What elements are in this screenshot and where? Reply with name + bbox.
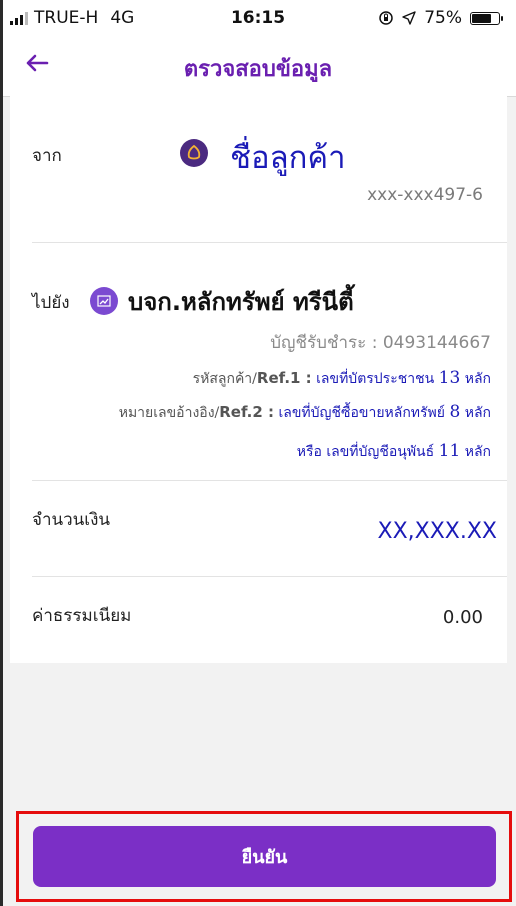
ref2-alt-note: หรือ เลขที่บัญชีอนุพันธ์ 11 หลัก <box>297 441 491 463</box>
payee-account: บัญชีรับชำระ : 0493144667 <box>270 333 491 353</box>
divider <box>32 480 507 481</box>
amount-value: XX,XXX.XX <box>377 519 498 544</box>
amount-label: จำนวนเงิน <box>32 510 111 530</box>
location-arrow-icon <box>402 11 416 25</box>
navigation-bar: ตรวจสอบข้อมูล <box>0 34 516 97</box>
ref1-suffix: หลัก <box>460 371 491 387</box>
page-title: ตรวจสอบข้อมูล <box>183 57 333 82</box>
from-label: จาก <box>32 146 62 166</box>
from-account-name: ชื่อลูกค้า <box>230 140 346 176</box>
ref2-text: เลขที่บัญชีซื้อขายหลักทรัพย์ <box>274 405 450 421</box>
ref2-alt-digits: 11 <box>438 441 461 461</box>
ref2-note: หมายเลขอ้างอิง/Ref.2 : เลขที่บัญชีซื้อขา… <box>119 402 491 424</box>
divider <box>32 242 507 243</box>
review-card: จาก ชื่อลูกค้า xxx-xxx497-6 ไปยัง บจก.หล… <box>10 96 507 663</box>
app-screen: TRUE-H 4G 16:15 75% ตรวจสอบข้อมูล จาก ชื… <box>0 0 516 906</box>
battery-icon <box>470 11 503 25</box>
ref2-digits: 8 <box>449 402 461 422</box>
ref1-digits: 13 <box>438 368 461 388</box>
payee-name: บจก.หลักทรัพย์ ทรีนีตี้ <box>128 288 354 316</box>
ref2-suffix: หลัก <box>460 405 491 421</box>
ref1-note: รหัสลูกค้า/Ref.1 : เลขที่บัตรประชาชน 13 … <box>193 368 491 390</box>
to-label: ไปยัง <box>32 293 70 313</box>
fee-value: 0.00 <box>442 607 483 628</box>
status-bar: TRUE-H 4G 16:15 75% <box>0 0 516 34</box>
status-right: 75% <box>378 8 503 28</box>
divider <box>32 576 507 577</box>
ref2-alt-suffix: หลัก <box>460 444 491 460</box>
ref2-prefix: หมายเลขอ้างอิง/ <box>118 405 220 421</box>
ref1-prefix: รหัสลูกค้า/ <box>192 371 257 387</box>
fee-label: ค่าธรรมเนียม <box>32 606 132 626</box>
orientation-lock-icon <box>379 11 393 25</box>
confirm-button[interactable]: ยืนยัน <box>33 826 496 887</box>
ref2-key: Ref.2 : <box>219 403 275 421</box>
battery-percent: 75% <box>424 8 462 28</box>
ref1-text: เลขที่บัตรประชาชน <box>311 371 439 387</box>
from-account-number: xxx-xxx497-6 <box>367 185 483 205</box>
bank-logo-icon <box>180 139 208 167</box>
ref1-key: Ref.1 : <box>256 369 312 387</box>
screen-edge <box>0 0 3 906</box>
ref2-alt-prefix: หรือ เลขที่บัญชีอนุพันธ์ <box>296 444 439 460</box>
stock-chart-icon <box>90 287 118 315</box>
